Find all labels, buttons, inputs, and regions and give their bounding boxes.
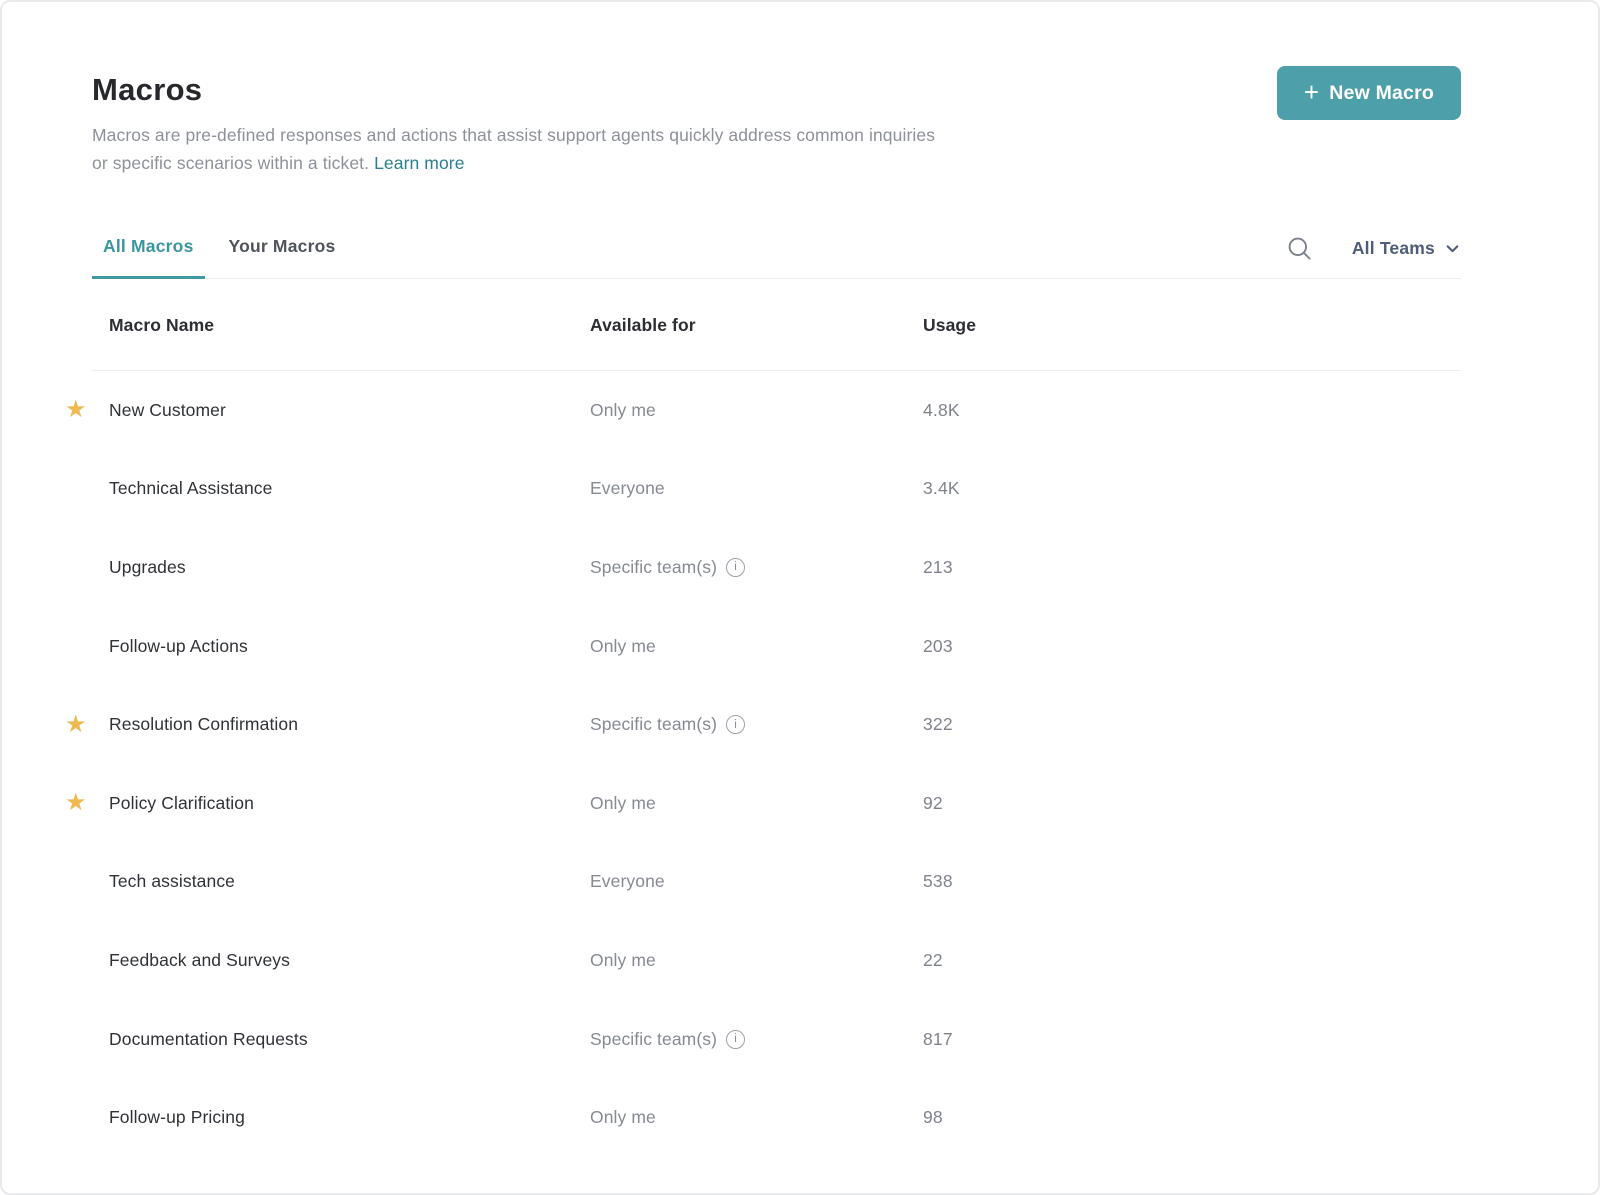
plus-icon: + — [1304, 79, 1319, 105]
available-for-value: Specific team(s) — [590, 1029, 717, 1050]
macro-name-cell: Documentation Requests — [92, 1029, 590, 1050]
search-icon — [1286, 235, 1313, 262]
search-button[interactable] — [1286, 235, 1313, 262]
available-for-value: Only me — [590, 1107, 656, 1128]
page-title: Macros — [92, 72, 935, 108]
usage-cell: 213 — [923, 557, 1461, 578]
table-row[interactable]: UpgradesSpecific team(s) i 213 — [92, 528, 1461, 607]
macros-table: Macro Name Available for Usage ★New Cust… — [92, 279, 1461, 1157]
page-description: Macros are pre-defined responses and act… — [92, 121, 935, 177]
macros-page: Macros Macros are pre-defined responses … — [0, 0, 1600, 1195]
available-for-cell: Only me — [590, 793, 923, 814]
macro-name-cell: Upgrades — [92, 557, 590, 578]
usage-cell: 322 — [923, 714, 1461, 735]
header-text-block: Macros Macros are pre-defined responses … — [92, 66, 935, 177]
usage-cell: 98 — [923, 1107, 1461, 1128]
available-for-value: Specific team(s) — [590, 557, 717, 578]
macro-name-cell: Follow-up Actions — [92, 636, 590, 657]
macro-name-cell: Policy Clarification — [92, 793, 590, 814]
usage-cell: 203 — [923, 636, 1461, 657]
table-row[interactable]: Follow-up PricingOnly me 98 — [92, 1078, 1461, 1157]
macro-name-cell: New Customer — [92, 400, 590, 421]
table-row[interactable]: ★New CustomerOnly me4.8K — [92, 371, 1461, 450]
available-for-cell: Only me — [590, 950, 923, 971]
team-filter-dropdown[interactable]: All Teams — [1352, 238, 1461, 259]
table-row[interactable]: Documentation RequestsSpecific team(s) i 8… — [92, 1000, 1461, 1079]
available-for-cell: Everyone — [590, 478, 923, 499]
available-for-cell: Specific team(s) i — [590, 1029, 923, 1050]
usage-cell: 538 — [923, 871, 1461, 892]
macro-name-cell: Tech assistance — [92, 871, 590, 892]
usage-cell: 22 — [923, 950, 1461, 971]
usage-cell: 3.4K — [923, 478, 1461, 499]
available-for-value: Specific team(s) — [590, 714, 717, 735]
info-icon[interactable]: i — [726, 558, 745, 577]
info-icon[interactable]: i — [726, 1030, 745, 1049]
description-line-2: or specific scenarios within a ticket. — [92, 153, 369, 173]
chevron-down-icon — [1444, 240, 1461, 257]
team-filter-value: All Teams — [1352, 238, 1435, 259]
table-body: ★New CustomerOnly me4.8KTechnical Assist… — [92, 371, 1461, 1157]
macro-name-cell: Feedback and Surveys — [92, 950, 590, 971]
available-for-value: Only me — [590, 793, 656, 814]
usage-cell: 4.8K — [923, 400, 1461, 421]
available-for-value: Everyone — [590, 478, 665, 499]
new-macro-button-label: New Macro — [1329, 82, 1434, 105]
toolbar: All Macros Your Macros All Teams — [92, 234, 1461, 279]
table-row[interactable]: Follow-up ActionsOnly me 203 — [92, 607, 1461, 686]
macro-name-cell: Resolution Confirmation — [92, 714, 590, 735]
table-row[interactable]: Feedback and SurveysOnly me 22 — [92, 921, 1461, 1000]
usage-cell: 92 — [923, 793, 1461, 814]
toolbar-right: All Teams — [1286, 235, 1461, 278]
available-for-cell: Specific team(s) i — [590, 557, 923, 578]
available-for-cell: Only me — [590, 400, 923, 421]
table-row[interactable]: Technical AssistanceEveryone 3.4K — [92, 450, 1461, 529]
page-header: Macros Macros are pre-defined responses … — [92, 2, 1461, 177]
column-header-usage: Usage — [923, 315, 1461, 336]
tab-all-macros[interactable]: All Macros — [92, 234, 205, 279]
info-icon[interactable]: i — [726, 715, 745, 734]
available-for-value: Everyone — [590, 871, 665, 892]
description-line-1: Macros are pre-defined responses and act… — [92, 121, 935, 149]
learn-more-link[interactable]: Learn more — [374, 153, 465, 173]
available-for-cell: Everyone — [590, 871, 923, 892]
macro-name-cell: Follow-up Pricing — [92, 1107, 590, 1128]
available-for-value: Only me — [590, 636, 656, 657]
available-for-value: Only me — [590, 400, 656, 421]
tab-your-macros[interactable]: Your Macros — [218, 234, 347, 279]
macro-name-cell: Technical Assistance — [92, 478, 590, 499]
tab-bar: All Macros Your Macros — [92, 234, 346, 278]
column-header-macro-name: Macro Name — [92, 315, 590, 336]
available-for-cell: Only me — [590, 636, 923, 657]
favorite-star-icon[interactable]: ★ — [65, 791, 87, 815]
column-header-available-for: Available for — [590, 315, 923, 336]
new-macro-button[interactable]: + New Macro — [1277, 66, 1461, 120]
table-row[interactable]: ★Resolution ConfirmationSpecific team(s)… — [92, 685, 1461, 764]
usage-cell: 817 — [923, 1029, 1461, 1050]
available-for-cell: Specific team(s) i — [590, 714, 923, 735]
table-row[interactable]: ★Policy ClarificationOnly me92 — [92, 764, 1461, 843]
available-for-value: Only me — [590, 950, 656, 971]
table-row[interactable]: Tech assistanceEveryone 538 — [92, 843, 1461, 922]
available-for-cell: Only me — [590, 1107, 923, 1128]
table-header-row: Macro Name Available for Usage — [92, 279, 1461, 371]
favorite-star-icon[interactable]: ★ — [65, 713, 87, 737]
favorite-star-icon[interactable]: ★ — [65, 398, 87, 422]
